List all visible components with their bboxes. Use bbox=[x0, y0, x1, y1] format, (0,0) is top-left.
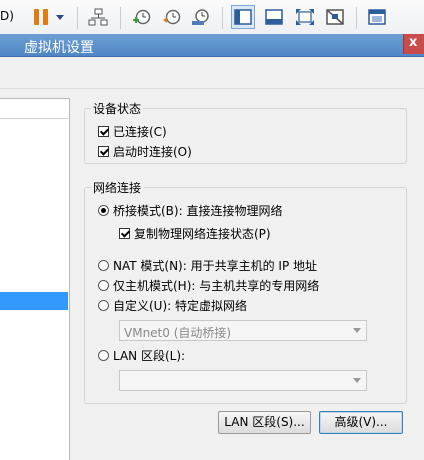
host-only-label: 仅主机模式(H): 与主机共享的专用网络 bbox=[113, 279, 320, 293]
toolbar-separator bbox=[120, 7, 121, 29]
network-icon[interactable] bbox=[88, 8, 108, 26]
custom-label: 自定义(U): 特定虚拟网络 bbox=[113, 299, 248, 313]
custom-network-select[interactable]: VMnet0 (自动桥接) bbox=[119, 320, 367, 341]
lan-segment-radio[interactable]: LAN 区段(L): bbox=[98, 347, 185, 364]
device-status-title: 设备状态 bbox=[93, 102, 142, 116]
lan-segment-select[interactable] bbox=[119, 370, 367, 391]
console-view-icon[interactable] bbox=[264, 8, 284, 26]
replicate-state-label: 复制物理网络连接状态(P) bbox=[134, 227, 271, 241]
close-icon: x bbox=[409, 35, 418, 50]
settings-view-icon[interactable] bbox=[367, 8, 387, 26]
custom-radio[interactable]: 自定义(U): 特定虚拟网络 bbox=[98, 297, 247, 314]
toolbar-separator bbox=[77, 7, 78, 29]
connected-label: 已连接(C) bbox=[113, 125, 167, 139]
connected-checkbox[interactable]: 已连接(C) bbox=[98, 123, 167, 140]
checkbox-checked-icon bbox=[98, 126, 109, 137]
dialog-titlebar: 虚拟机设置 x bbox=[0, 34, 424, 57]
bridged-label: 桥接模式(B): 直接连接物理网络 bbox=[113, 204, 283, 218]
dialog-header-area bbox=[0, 57, 424, 89]
radio-unselected-icon bbox=[98, 350, 109, 361]
radio-unselected-icon bbox=[98, 300, 109, 311]
toolbar-partial-text: D) bbox=[0, 9, 14, 23]
bridged-radio[interactable]: 桥接模式(B): 直接连接物理网络 bbox=[98, 202, 282, 219]
radio-unselected-icon bbox=[98, 260, 109, 271]
connect-on-power-on-checkbox[interactable]: 启动时连接(O) bbox=[98, 143, 192, 160]
unity-icon[interactable] bbox=[325, 8, 345, 26]
network-connection-title: 网络连接 bbox=[93, 181, 142, 195]
close-button[interactable]: x bbox=[403, 34, 424, 54]
device-list-divider bbox=[0, 118, 68, 119]
snapshot-manager-icon[interactable] bbox=[191, 8, 211, 26]
dropdown-arrow-icon[interactable] bbox=[56, 15, 64, 20]
radio-selected-icon bbox=[98, 205, 109, 216]
dialog-title: 虚拟机设置 bbox=[24, 40, 94, 56]
connect-on-power-on-label: 启动时连接(O) bbox=[113, 145, 192, 159]
checkbox-checked-icon bbox=[98, 146, 109, 157]
fullscreen-icon[interactable] bbox=[295, 8, 315, 26]
chevron-down-icon bbox=[353, 328, 361, 333]
device-list bbox=[0, 98, 70, 460]
device-list-item-network-adapter[interactable] bbox=[0, 292, 68, 310]
chevron-down-icon bbox=[353, 378, 361, 383]
toolbar-separator bbox=[356, 7, 357, 29]
advanced-button[interactable]: 高级(V)... bbox=[319, 411, 403, 434]
snapshot-take-icon[interactable] bbox=[132, 8, 152, 26]
custom-network-value: VMnet0 (自动桥接) bbox=[124, 326, 232, 340]
library-view-icon bbox=[233, 8, 253, 26]
nat-label: NAT 模式(N): 用于共享主机的 IP 地址 bbox=[113, 259, 318, 273]
toolbar-separator bbox=[222, 7, 223, 29]
snapshot-revert-icon[interactable] bbox=[162, 8, 182, 26]
lan-segments-button[interactable]: LAN 区段(S)... bbox=[218, 411, 311, 434]
toolbar: D) bbox=[0, 0, 424, 35]
replicate-state-checkbox[interactable]: 复制物理网络连接状态(P) bbox=[119, 225, 271, 242]
pause-icon[interactable] bbox=[34, 9, 49, 25]
nat-radio[interactable]: NAT 模式(N): 用于共享主机的 IP 地址 bbox=[98, 257, 317, 274]
lan-segment-label: LAN 区段(L): bbox=[113, 349, 186, 363]
checkbox-checked-icon bbox=[119, 228, 130, 239]
host-only-radio[interactable]: 仅主机模式(H): 与主机共享的专用网络 bbox=[98, 277, 319, 294]
radio-unselected-icon bbox=[98, 280, 109, 291]
